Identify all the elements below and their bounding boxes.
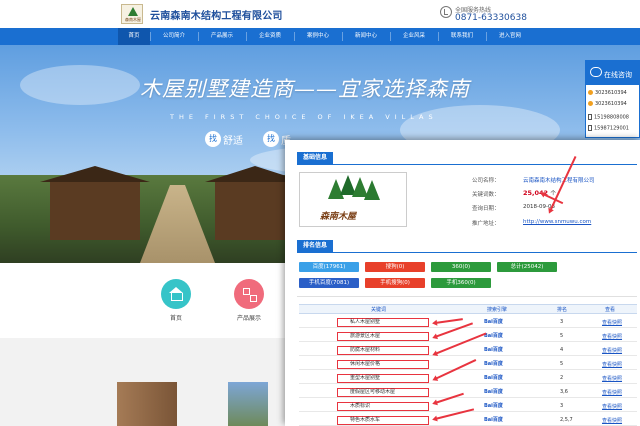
widget-title: 在线咨询 [604,71,632,79]
baidu-logo: Bai百度 [484,333,503,339]
engine-pill-mobile-360[interactable]: 手机360(0) [431,278,491,288]
banner-slogan: 木屋别墅建造商——宜家选择森南 [140,77,470,101]
baidu-logo: Bai百度 [484,403,503,409]
engine-pill-total[interactable]: 总计(25042) [497,262,557,272]
rank-table-header: 关键词 搜索引擎 排名 查看 [299,304,637,314]
product-icon[interactable] [234,279,264,309]
keywords-label: 关键词数： [472,192,500,198]
date-label: 查询日期： [472,206,500,212]
baidu-logo: Bai百度 [484,375,503,381]
th-rank: 排名 [557,307,568,313]
rank-cell: 5 [560,361,564,367]
banner-tag: 找舒适 [205,131,243,147]
online-consult-widget: 在线咨询 3023610394 3023610394 15198808008 1… [585,60,640,138]
qq-contact[interactable]: 3023610394 [588,90,627,96]
gallery-image[interactable] [117,382,177,426]
engine-pill-360[interactable]: 360(0) [431,262,491,272]
url-label: 推广地址： [472,221,500,227]
rank-cell: 3 [560,403,564,409]
rank-info-tab[interactable]: 排名信息 [297,240,334,252]
keyword-cell: 重型木屋别墅 [337,374,429,383]
nav-item-about[interactable]: 公司简介 [152,28,196,45]
wooden-house-image [205,166,305,240]
snapshot-link[interactable]: 查看快照 [602,375,622,382]
engine-pill-sogou[interactable]: 搜狗(0) [365,262,425,272]
snapshot-link[interactable]: 查看快照 [602,389,622,396]
mobile-icon [588,125,592,131]
quick-link-home-label[interactable]: 首页 [151,313,201,322]
baidu-logo: Bai百度 [484,319,503,325]
keyword-cell: 私人木屋别墅 [337,318,429,327]
basic-info-tab[interactable]: 基础信息 [297,152,334,164]
baidu-logo: Bai百度 [484,361,503,367]
url-link[interactable]: http://www.snmuwu.com [523,219,591,225]
engine-pill-mobile-sogou[interactable]: 手机搜狗(0) [365,278,425,288]
nav-item-products[interactable]: 产品展示 [200,28,244,45]
table-row: 度假屋区可移动木屋 Bai百度 3,6 查看快照 [299,386,637,398]
table-row: 防腐木屋材料 Bai百度 4 查看快照 [299,344,637,356]
nav-item-home[interactable]: 首页 [118,28,150,45]
company-value[interactable]: 云南森南木结构工程有限公司 [523,176,595,184]
report-logo-text: 森南木屋 [320,212,357,222]
snapshot-link[interactable]: 查看快照 [602,333,622,340]
keyword-cell: 特色木质水车 [337,416,429,425]
table-row: 重型木屋别墅 Bai百度 2 查看快照 [299,372,637,384]
rank-cell: 5 [560,333,564,339]
snapshot-link[interactable]: 查看快照 [602,417,622,424]
engine-pill-mobile-baidu[interactable]: 手机百度(7081) [299,278,359,288]
keyword-cell: 防腐木屋材料 [337,346,429,355]
gallery-image[interactable] [228,382,268,426]
chat-icon [590,67,602,77]
company-name: 云南森南木结构工程有限公司 [150,11,283,22]
th-keyword: 关键词 [371,307,387,313]
nav-item-cases[interactable]: 案例中心 [296,28,340,45]
nav-item-qualification[interactable]: 企业资质 [248,28,292,45]
rank-cell: 2,5,7 [560,417,573,423]
quick-link-products-label[interactable]: 产品展示 [224,313,274,322]
nav-item-news[interactable]: 新闻中心 [344,28,388,45]
engine-pill-baidu[interactable]: 百度(17961) [299,262,359,272]
rank-cell: 4 [560,347,564,353]
snapshot-link[interactable]: 查看快照 [602,347,622,354]
rank-cell: 3 [560,319,564,325]
keyword-cell: 旅游景区木屋 [337,332,429,341]
phone-contact[interactable]: 15987129001 [588,125,629,132]
hotline-number: 0871-63330638 [455,13,527,23]
main-nav: 首页 公司简介 产品展示 企业资质 案例中心 新闻中心 企业风采 联系我们 进入… [0,28,640,45]
nav-item-official-site[interactable]: 进入官网 [488,28,532,45]
nav-item-culture[interactable]: 企业风采 [392,28,436,45]
snapshot-link[interactable]: 查看快照 [602,403,622,410]
mobile-icon [588,114,592,120]
site-header: 森南木屋 云南森南木结构工程有限公司 全国服务热线 0871-63330638 [0,0,640,28]
baidu-logo: Bai百度 [484,347,503,353]
th-engine: 搜索引擎 [487,307,508,313]
banner-slogan-en: THE FIRST CHOICE OF IKEA VILLAS [170,113,438,121]
phone-icon [440,6,452,18]
table-row: 特色木质水车 Bai百度 2,5,7 查看快照 [299,414,637,426]
nav-item-contact[interactable]: 联系我们 [440,28,484,45]
rank-cell: 3,6 [560,389,568,395]
th-view: 查看 [605,307,616,313]
keyword-cell: 休闲木屋价格 [337,360,429,369]
baidu-logo: Bai百度 [484,389,503,395]
report-company-logo: 森南木屋 [299,172,407,227]
site-logo[interactable]: 森南木屋 [121,4,143,24]
seo-report-panel: 基础信息 森南木屋 公司名称： 云南森南木结构工程有限公司 关键词数： 25,0… [285,140,640,426]
baidu-logo: Bai百度 [484,417,503,423]
snapshot-link[interactable]: 查看快照 [602,319,622,326]
table-row: 私人木屋别墅 Bai百度 3 查看快照 [299,316,637,328]
phone-contact[interactable]: 15198808008 [588,114,629,121]
rank-cell: 2 [560,375,564,381]
qq-icon [588,101,593,106]
keyword-cell: 木质标识 [337,402,429,411]
wooden-house-image [40,166,150,240]
snapshot-link[interactable]: 查看快照 [602,361,622,368]
qq-icon [588,90,593,95]
keyword-cell: 度假屋区可移动木屋 [337,388,429,397]
home-icon[interactable] [161,279,191,309]
company-label: 公司名称： [472,178,500,184]
logo-text: 森南木屋 [125,17,141,22]
qq-contact[interactable]: 3023610394 [588,101,627,107]
widget-header[interactable]: 在线咨询 [586,61,640,85]
